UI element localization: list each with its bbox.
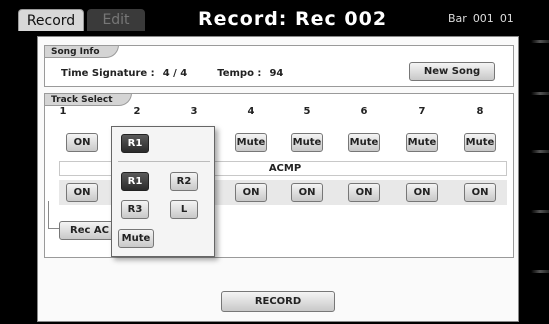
bezel-decoration — [531, 150, 549, 153]
section-title: Track Select — [44, 93, 132, 106]
bar-value: 001 — [472, 12, 494, 25]
tempo-value[interactable]: 94 — [269, 68, 283, 79]
part-option-r1[interactable]: R1 — [121, 172, 149, 191]
beat-value: 01 — [499, 12, 514, 25]
acmp-track-7-toggle[interactable]: ON — [406, 183, 438, 202]
tempo-label: Tempo : — [217, 68, 262, 79]
acmp-track-8-toggle[interactable]: ON — [464, 183, 496, 202]
acmp-label: ACMP — [268, 163, 302, 174]
bar-label: Bar — [448, 12, 467, 25]
part-option-l[interactable]: L — [170, 200, 198, 219]
track-number: 7 — [418, 106, 426, 117]
acmp-track-1-toggle[interactable]: ON — [66, 183, 98, 202]
bezel-decoration — [531, 40, 549, 43]
track-number: 3 — [190, 106, 198, 117]
track-6-toggle[interactable]: Mute — [348, 133, 380, 152]
part-option-r3[interactable]: R3 — [121, 200, 149, 219]
song-info-section: Song Info Time Signature : 4 / 4 Tempo : 94… — [44, 45, 514, 87]
acmp-track-4-toggle[interactable]: ON — [235, 183, 267, 202]
track-8-toggle[interactable]: Mute — [464, 133, 496, 152]
track-2-current-part[interactable]: R1 — [121, 134, 149, 153]
track-number: 4 — [247, 106, 255, 117]
acmp-track-5-toggle[interactable]: ON — [291, 183, 323, 202]
track-number: 2 — [133, 106, 141, 117]
bezel-decoration — [531, 92, 549, 95]
new-song-button[interactable]: New Song — [409, 62, 495, 81]
bezel-decoration — [531, 210, 549, 213]
header-bar: Record Edit Record: Rec 002 Bar 001 01 — [18, 6, 549, 32]
track-number: 6 — [360, 106, 368, 117]
part-option-mute[interactable]: Mute — [118, 229, 154, 248]
song-info-row: Time Signature : 4 / 4 Tempo : 94 — [61, 68, 283, 79]
track-number: 8 — [476, 106, 484, 117]
acmp-track-6-toggle[interactable]: ON — [348, 183, 380, 202]
part-option-r2[interactable]: R2 — [170, 172, 198, 191]
bar-counter: Bar 001 01 — [448, 6, 514, 32]
time-signature-value[interactable]: 4 / 4 — [163, 68, 188, 79]
track-number: 5 — [303, 106, 311, 117]
track-number: 1 — [59, 106, 67, 117]
tab-edit[interactable]: Edit — [87, 9, 145, 31]
page-title: Record: Rec 002 — [198, 8, 388, 30]
track-4-toggle[interactable]: Mute — [235, 133, 267, 152]
record-button[interactable]: RECORD — [221, 291, 335, 312]
track-5-toggle[interactable]: Mute — [291, 133, 323, 152]
track-1-toggle[interactable]: ON — [66, 133, 98, 152]
bezel-decoration — [531, 270, 549, 273]
part-select-popup: R1 R1 R2 R3 L Mute — [111, 126, 215, 257]
section-title: Song Info — [44, 45, 119, 58]
record-panel: Song Info Time Signature : 4 / 4 Tempo : 94… — [37, 36, 519, 322]
tab-record[interactable]: Record — [18, 9, 84, 31]
time-signature-label: Time Signature : — [61, 68, 155, 79]
track-7-toggle[interactable]: Mute — [406, 133, 438, 152]
popup-divider — [118, 161, 210, 162]
